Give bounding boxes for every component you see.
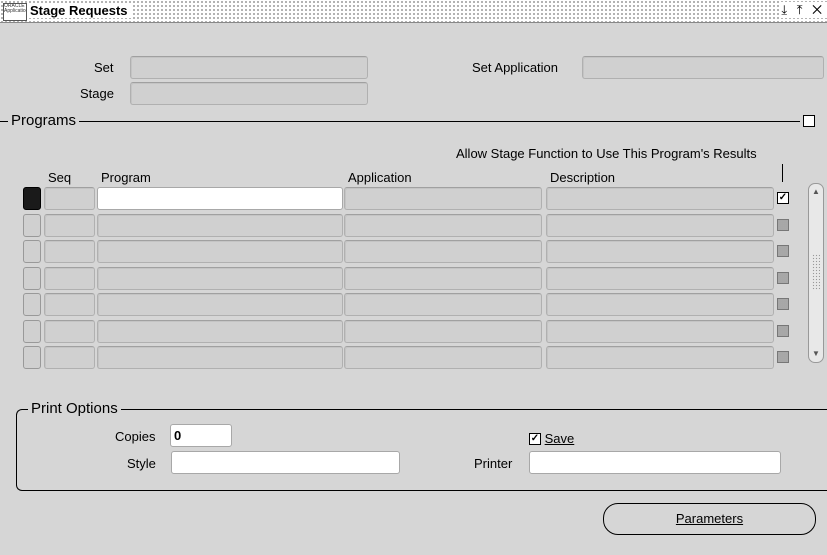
program-cell[interactable] (97, 346, 343, 369)
application-cell[interactable] (344, 346, 542, 369)
row-indicator[interactable] (23, 267, 41, 290)
scroll-grip-icon[interactable] (812, 254, 820, 290)
scroll-up-icon[interactable]: ▲ (810, 186, 822, 198)
allow-results-header: Allow Stage Function to Use This Program… (456, 146, 757, 161)
program-cell[interactable] (97, 187, 343, 210)
seq-cell[interactable] (44, 346, 95, 369)
seq-cell[interactable] (44, 320, 95, 343)
allow-results-checkbox[interactable] (777, 351, 789, 363)
seq-cell[interactable] (44, 187, 95, 210)
set-application-field[interactable] (582, 56, 824, 79)
printer-input[interactable] (529, 451, 781, 474)
row-indicator[interactable] (23, 346, 41, 369)
column-header-description: Description (550, 170, 616, 185)
description-cell[interactable] (546, 267, 774, 290)
seq-cell[interactable] (44, 293, 95, 316)
print-options-title: Print Options (28, 400, 121, 417)
stage-field[interactable] (130, 82, 368, 105)
programs-expand-checkbox[interactable] (803, 115, 815, 127)
allow-results-checkbox[interactable] (777, 219, 789, 231)
parameters-button[interactable]: Parameters (603, 503, 816, 535)
seq-cell[interactable] (44, 240, 95, 263)
set-label: Set (94, 60, 114, 75)
program-cell[interactable] (97, 267, 343, 290)
application-cell[interactable] (344, 293, 542, 316)
row-indicator[interactable] (23, 320, 41, 343)
app-logo-icon: ORACLE Applications (3, 3, 27, 21)
description-cell[interactable] (546, 187, 774, 210)
stage-label: Stage (80, 86, 114, 101)
programs-divider (0, 121, 800, 122)
description-cell[interactable] (546, 346, 774, 369)
row-indicator[interactable] (23, 293, 41, 316)
seq-cell[interactable] (44, 214, 95, 237)
save-label: Save (544, 431, 575, 447)
column-header-program: Program (101, 170, 151, 185)
application-cell[interactable] (344, 240, 542, 263)
set-field[interactable] (130, 56, 368, 79)
program-cell[interactable] (97, 240, 343, 263)
save-checkbox[interactable]: ✓ (529, 432, 541, 445)
application-cell[interactable] (344, 267, 542, 290)
description-cell[interactable] (546, 240, 774, 263)
allow-results-pointer (782, 164, 783, 182)
row-indicator[interactable] (23, 240, 41, 263)
allow-results-checkbox[interactable] (777, 298, 789, 310)
description-cell[interactable] (546, 293, 774, 316)
printer-label: Printer (474, 456, 513, 471)
column-header-seq: Seq (48, 170, 72, 185)
programs-scrollbar[interactable]: ▲ ▼ (808, 183, 824, 363)
program-cell[interactable] (97, 214, 343, 237)
row-indicator[interactable] (23, 214, 41, 237)
programs-section-title: Programs (8, 112, 80, 129)
window-title: Stage Requests (28, 3, 132, 18)
application-cell[interactable] (344, 320, 542, 343)
save-checkbox-wrap[interactable]: ✓ Save (529, 430, 574, 446)
copies-input[interactable]: 0 (170, 424, 232, 447)
application-cell[interactable] (344, 187, 542, 210)
allow-results-checkbox[interactable] (777, 272, 789, 284)
window-controls[interactable]: ⤓ ⤒ ✕ (779, 2, 827, 18)
allow-results-checkbox[interactable] (777, 325, 789, 337)
application-cell[interactable] (344, 214, 542, 237)
seq-cell[interactable] (44, 267, 95, 290)
allow-results-checkbox[interactable] (777, 245, 789, 257)
scroll-down-icon[interactable]: ▼ (810, 348, 822, 360)
style-label: Style (127, 456, 156, 471)
program-cell[interactable] (97, 320, 343, 343)
column-header-application: Application (348, 170, 412, 185)
row-indicator[interactable] (23, 187, 41, 210)
style-input[interactable] (171, 451, 400, 474)
set-application-label: Set Application (472, 60, 559, 75)
description-cell[interactable] (546, 320, 774, 343)
print-options-group (16, 409, 827, 491)
program-cell[interactable] (97, 293, 343, 316)
copies-label: Copies (115, 429, 156, 444)
allow-results-checkbox[interactable]: ✓ (777, 192, 789, 204)
description-cell[interactable] (546, 214, 774, 237)
